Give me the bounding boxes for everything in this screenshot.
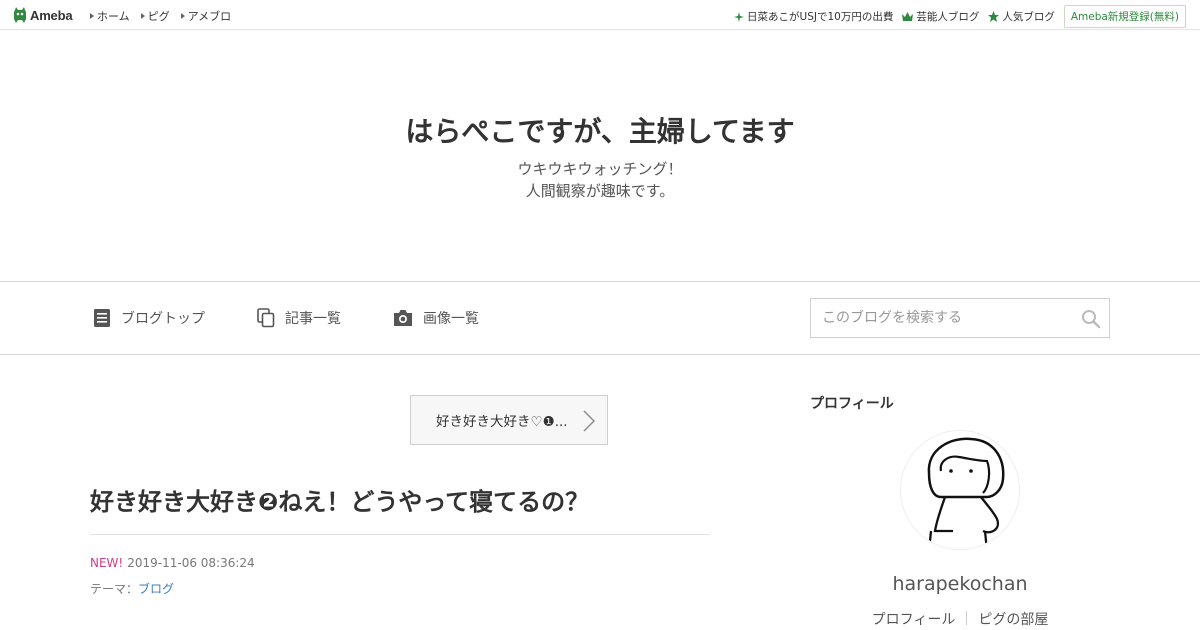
blog-nav-links: ブログトップ 記事一覧 画像一覧 [93,308,479,328]
entry-meta: NEW! 2019-11-06 08:36:24 [90,556,255,570]
nav-image-list[interactable]: 画像一覧 [393,308,479,328]
nav-article-list[interactable]: 記事一覧 [257,308,341,328]
entry-date: 2019-11-06 08:36:24 [127,556,255,570]
celebrity-blog-link[interactable]: 芸能人ブログ [902,9,979,24]
global-nav-pigg[interactable]: ピグ [140,8,170,24]
entry-theme-link[interactable]: ブログ [138,582,174,596]
ameba-logo[interactable]: Ameba [13,6,73,24]
blog-description: ウキウキウォッチング！ 人間観察が趣味です。 [0,158,1200,202]
global-header: Ameba ホーム ピグ アメブロ 日菜あこがUSJで10万円の出費 芸能人ブロ… [0,0,1200,30]
sparkle-icon [734,11,745,22]
register-button[interactable]: Ameba新規登録(無料) [1063,5,1186,28]
global-right-links: 日菜あこがUSJで10万円の出費 芸能人ブログ 人気ブログ Ameba新規登録(… [734,5,1186,28]
search-icon[interactable] [1081,309,1101,329]
global-nav-label: アメブロ [187,10,232,23]
global-nav-home[interactable]: ホーム [90,8,130,24]
popular-blog-link[interactable]: 人気ブログ [988,9,1055,24]
blog-title[interactable]: はらぺこですが、主婦してます [0,110,1200,150]
nav-label: ブログトップ [121,311,205,327]
triangle-right-icon [180,13,185,19]
profile-username[interactable]: harapekochan [810,573,1110,595]
entry-title[interactable]: 好き好き大好き❷ねえ！どうやって寝てるの？ [90,485,710,535]
global-nav: ホーム ピグ アメブロ [90,8,231,24]
entry-theme-label: テーマ： [90,582,139,596]
blog-description-line: ウキウキウォッチング！ [517,160,683,178]
profile-heading: プロフィール [810,396,894,412]
global-nav-ameblo[interactable]: アメブロ [180,8,232,24]
global-nav-label: ピグ [147,10,170,23]
avatar[interactable] [900,430,1020,550]
blog-description-line: 人間観察が趣味です。 [525,182,675,200]
nav-blog-top[interactable]: ブログトップ [93,308,205,328]
blog-nav: ブログトップ 記事一覧 画像一覧 [0,282,1200,355]
new-badge: NEW! [90,556,124,570]
nav-label: 画像一覧 [423,311,479,327]
pigg-room-link[interactable]: ピグの部屋 [967,609,1059,629]
topic-link-label: 日菜あこがUSJで10万円の出費 [747,11,894,23]
camera-icon [394,310,412,326]
nav-label: 記事一覧 [285,311,341,327]
celebrity-blog-label: 芸能人ブログ [916,11,980,23]
ameba-mascot-icon [14,7,26,23]
chevron-right-icon [583,410,595,432]
previous-entry-title: 好き好き大好き♡❶... [436,414,568,430]
blog-header: はらぺこですが、主婦してます ウキウキウォッチング！ 人間観察が趣味です。 [0,30,1200,282]
crown-icon [902,12,914,21]
global-nav-label: ホーム [97,10,130,23]
star-icon [988,11,1000,22]
entry-theme: テーマ：ブログ [90,580,174,597]
triangle-right-icon [140,13,145,19]
topic-link[interactable]: 日菜あこがUSJで10万円の出費 [734,9,893,24]
triangle-right-icon [90,13,94,19]
profile-link[interactable]: プロフィール [861,609,967,629]
profile-links: プロフィール ピグの部屋 [810,609,1110,629]
copy-pages-icon [257,308,275,328]
document-icon [94,309,110,327]
search-input[interactable] [811,299,1061,337]
blog-search [810,298,1110,338]
avatar-drawing [927,437,1005,549]
popular-blog-label: 人気ブログ [1002,11,1055,23]
logo-text: Ameba [30,7,73,23]
previous-entry-button[interactable]: 好き好き大好き♡❶... [410,395,608,445]
